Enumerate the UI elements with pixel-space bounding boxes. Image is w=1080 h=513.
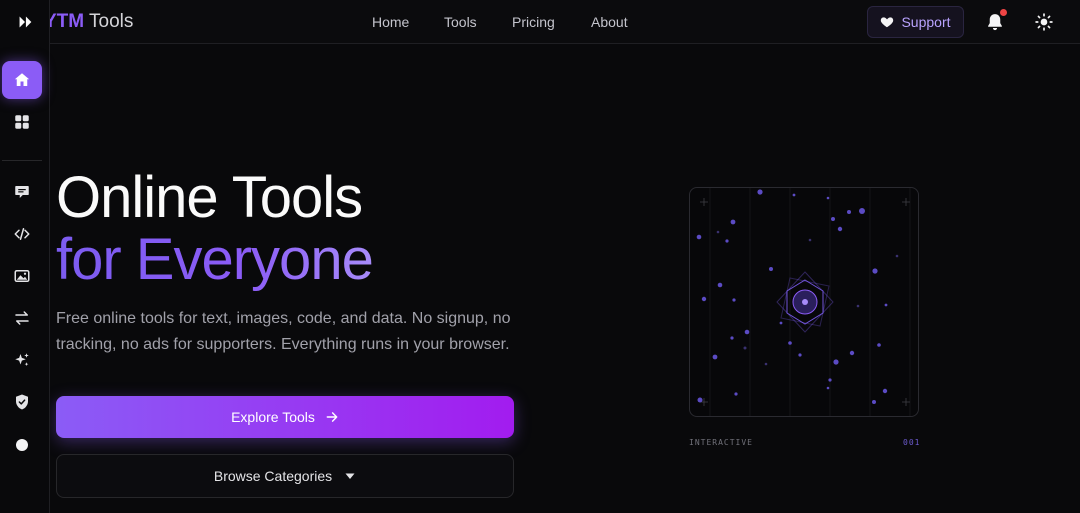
particle-visual (696, 188, 911, 416)
brand-logo[interactable]: YTM Tools (44, 10, 133, 34)
nav-link-tools[interactable]: Tools (444, 13, 477, 31)
nav-link-pricing[interactable]: Pricing (512, 13, 555, 31)
grid-icon (15, 115, 29, 129)
support-label: Support (901, 14, 951, 30)
sidebar-item-images[interactable] (2, 257, 42, 295)
notification-dot (1000, 9, 1007, 16)
sidebar-item-grid[interactable] (2, 103, 42, 141)
caret-down-icon (345, 473, 355, 479)
top-navbar: YTM Tools Home Tools Pricing About Suppo… (0, 0, 1080, 44)
sun-icon[interactable] (1034, 12, 1054, 32)
circle-icon (16, 439, 28, 451)
sidebar-divider (2, 160, 42, 161)
support-button[interactable]: Support (867, 6, 964, 38)
brand-name: Tools (89, 11, 134, 32)
heart-icon (881, 17, 894, 28)
arrow-right-icon (326, 412, 338, 422)
chat-icon (15, 186, 29, 198)
sparkles-icon (15, 353, 29, 366)
sidebar (0, 0, 50, 513)
sidebar-item-home[interactable] (2, 61, 42, 99)
nav-link-home[interactable]: Home (372, 13, 409, 31)
arrows-swap-icon (15, 311, 29, 325)
hero-title-line1: Online Tools (56, 165, 363, 230)
code-icon (14, 228, 30, 240)
image-icon (14, 270, 30, 282)
browse-categories-button[interactable]: Browse Categories (56, 454, 514, 498)
visual-label: INTERACTIVE (689, 438, 753, 447)
expand-sidebar-icon[interactable] (14, 12, 36, 32)
nav-link-about[interactable]: About (591, 13, 628, 31)
sidebar-item-convert[interactable] (2, 299, 42, 337)
explore-tools-button[interactable]: Explore Tools (56, 396, 514, 438)
interactive-visual-panel[interactable] (689, 187, 919, 417)
browse-categories-label: Browse Categories (213, 468, 333, 484)
sidebar-item-security[interactable] (2, 383, 42, 421)
visual-index: 001 (903, 438, 921, 447)
hero-title-line2: for Everyone (56, 227, 374, 292)
home-icon (14, 73, 30, 86)
explore-tools-label: Explore Tools (231, 409, 315, 425)
sidebar-item-ai[interactable] (2, 341, 42, 379)
shield-check-icon (16, 394, 28, 410)
hero-subtitle: Free online tools for text, images, code… (56, 310, 511, 353)
sidebar-item-code[interactable] (2, 215, 42, 253)
sidebar-item-text[interactable] (2, 173, 42, 211)
sidebar-item-more[interactable] (2, 426, 42, 464)
brand-accent: YTM (44, 11, 85, 32)
